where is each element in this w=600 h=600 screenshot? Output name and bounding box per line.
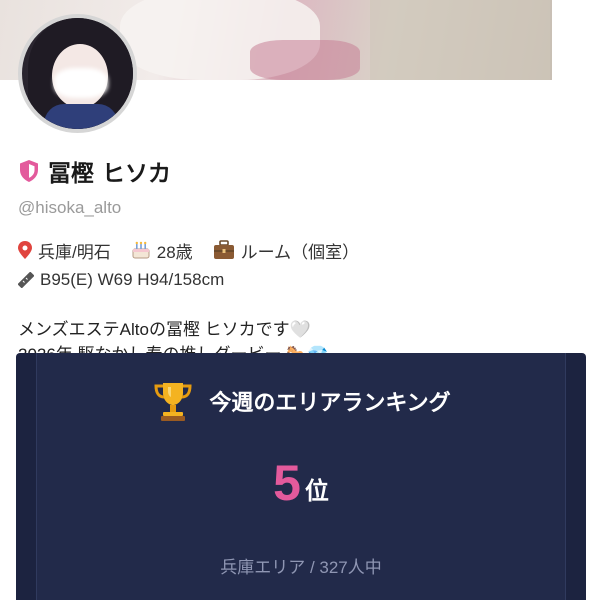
profile-handle: @hisoka_alto <box>18 198 122 217</box>
profile-name: 冨樫 ヒソカ <box>48 161 172 187</box>
room-text: ルーム（個室） <box>240 242 360 262</box>
profile-measurements-row: B95(E) W69 H94/158cm <box>18 268 224 292</box>
trophy-icon <box>154 383 192 421</box>
ranking-header: 今週のエリアランキング <box>37 379 565 423</box>
measurements-text: B95(E) W69 H94/158cm <box>40 270 225 289</box>
ranking-area-text: 兵庫エリア / 327人中 <box>220 558 382 577</box>
location-text: 兵庫/明石 <box>38 242 111 262</box>
bio-line-1: メンズエステAltoの冨樫 ヒソカです🤍 <box>18 320 311 339</box>
rank-number: 5 <box>273 455 301 511</box>
rank-suffix: 位 <box>304 477 329 505</box>
briefcase-icon <box>213 240 234 259</box>
ranking-panel: 今週のエリアランキング 5 位 兵庫エリア / 327人中 <box>16 353 586 600</box>
cake-icon <box>132 241 150 259</box>
avatar[interactable] <box>18 14 137 133</box>
shield-icon <box>20 160 38 182</box>
ranking-title: 今週のエリアランキング <box>209 391 451 416</box>
profile-meta: 兵庫/明石 28歳 ルーム（個室） <box>18 237 359 263</box>
ruler-icon <box>18 272 34 288</box>
ranking-card: 今週のエリアランキング 5 位 兵庫エリア / 327人中 <box>36 353 566 600</box>
profile-name-row: 冨樫 ヒソカ <box>18 155 171 187</box>
ranking-position: 5 位 <box>37 458 565 508</box>
age-text: 28歳 <box>156 242 193 262</box>
pin-icon <box>18 241 32 259</box>
